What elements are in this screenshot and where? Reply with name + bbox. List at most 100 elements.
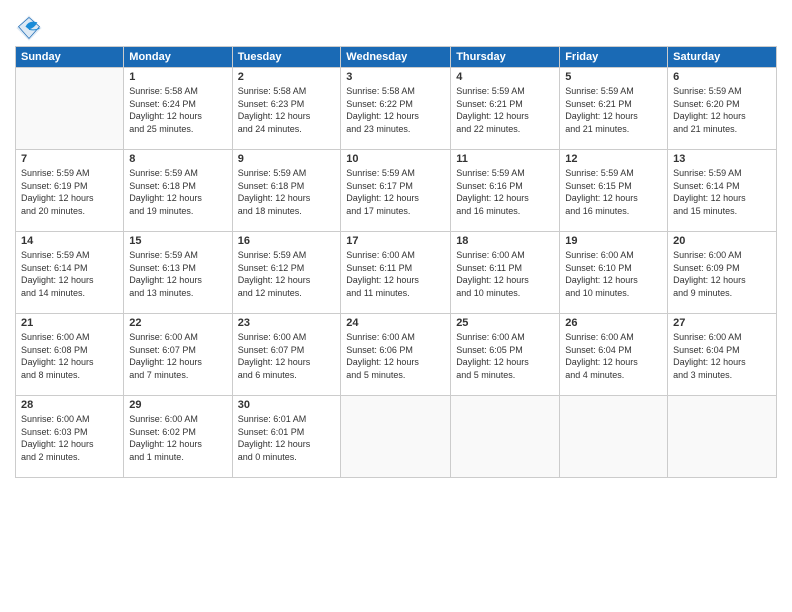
calendar-week-4: 28 Sunrise: 6:00 AM Sunset: 6:03 PM Dayli… — [16, 396, 777, 478]
calendar-table: SundayMondayTuesdayWednesdayThursdayFrid… — [15, 46, 777, 478]
calendar-cell: 22 Sunrise: 6:00 AM Sunset: 6:07 PM Dayli… — [124, 314, 232, 396]
calendar-cell: 30Sunrise: 6:01 AM Sunset: 6:01 PM Dayli… — [232, 396, 341, 478]
cell-text: Sunrise: 5:59 AM Sunset: 6:19 PM Dayligh… — [21, 167, 118, 217]
calendar-cell — [560, 396, 668, 478]
day-number: 30 — [238, 399, 336, 411]
logo-icon — [15, 14, 43, 42]
cell-text: Sunrise: 5:59 AM Sunset: 6:21 PM Dayligh… — [456, 85, 554, 135]
calendar-cell — [341, 396, 451, 478]
weekday-wednesday: Wednesday — [341, 47, 451, 68]
weekday-sunday: Sunday — [16, 47, 124, 68]
calendar-cell: 15 Sunrise: 5:59 AM Sunset: 6:13 PM Dayli… — [124, 232, 232, 314]
cell-text: Sunrise: 6:00 AM Sunset: 6:07 PM Dayligh… — [238, 331, 336, 381]
weekday-tuesday: Tuesday — [232, 47, 341, 68]
calendar-cell: 10 Sunrise: 5:59 AM Sunset: 6:17 PM Dayli… — [341, 150, 451, 232]
calendar-cell: 2 Sunrise: 5:58 AM Sunset: 6:23 PM Daylig… — [232, 68, 341, 150]
cell-text: Sunrise: 5:59 AM Sunset: 6:16 PM Dayligh… — [456, 167, 554, 217]
day-number: 17 — [346, 235, 445, 247]
calendar-week-1: 7 Sunrise: 5:59 AM Sunset: 6:19 PM Daylig… — [16, 150, 777, 232]
calendar-cell — [668, 396, 777, 478]
calendar-cell: 19 Sunrise: 6:00 AM Sunset: 6:10 PM Dayli… — [560, 232, 668, 314]
day-number: 28 — [21, 399, 118, 411]
calendar-cell: 13 Sunrise: 5:59 AM Sunset: 6:14 PM Dayli… — [668, 150, 777, 232]
calendar-cell: 9Sunrise: 5:59 AM Sunset: 6:18 PM Daylig… — [232, 150, 341, 232]
calendar-cell: 3Sunrise: 5:58 AM Sunset: 6:22 PM Daylig… — [341, 68, 451, 150]
day-number: 22 — [129, 317, 226, 329]
logo — [15, 14, 46, 42]
weekday-monday: Monday — [124, 47, 232, 68]
day-number: 1 — [129, 71, 226, 83]
day-number: 16 — [238, 235, 336, 247]
day-number: 25 — [456, 317, 554, 329]
calendar-cell: 21 Sunrise: 6:00 AM Sunset: 6:08 PM Dayli… — [16, 314, 124, 396]
calendar-cell: 5 Sunrise: 5:59 AM Sunset: 6:21 PM Daylig… — [560, 68, 668, 150]
calendar-cell: 27 Sunrise: 6:00 AM Sunset: 6:04 PM Dayli… — [668, 314, 777, 396]
day-number: 4 — [456, 71, 554, 83]
day-number: 11 — [456, 153, 554, 165]
day-number: 15 — [129, 235, 226, 247]
cell-text: Sunrise: 5:59 AM Sunset: 6:14 PM Dayligh… — [673, 167, 771, 217]
cell-text: Sunrise: 5:58 AM Sunset: 6:24 PM Dayligh… — [129, 85, 226, 135]
calendar-cell: 23 Sunrise: 6:00 AM Sunset: 6:07 PM Dayli… — [232, 314, 341, 396]
calendar-cell: 17Sunrise: 6:00 AM Sunset: 6:11 PM Dayli… — [341, 232, 451, 314]
cell-text: Sunrise: 5:59 AM Sunset: 6:12 PM Dayligh… — [238, 249, 336, 299]
calendar-cell: 11 Sunrise: 5:59 AM Sunset: 6:16 PM Dayli… — [451, 150, 560, 232]
cell-text: Sunrise: 5:59 AM Sunset: 6:17 PM Dayligh… — [346, 167, 445, 217]
cell-text: Sunrise: 6:00 AM Sunset: 6:05 PM Dayligh… — [456, 331, 554, 381]
calendar-cell: 1 Sunrise: 5:58 AM Sunset: 6:24 PM Daylig… — [124, 68, 232, 150]
day-number: 8 — [129, 153, 226, 165]
cell-text: Sunrise: 5:59 AM Sunset: 6:18 PM Dayligh… — [238, 167, 336, 217]
day-number: 10 — [346, 153, 445, 165]
calendar-cell — [451, 396, 560, 478]
cell-text: Sunrise: 5:59 AM Sunset: 6:15 PM Dayligh… — [565, 167, 662, 217]
day-number: 14 — [21, 235, 118, 247]
day-number: 29 — [129, 399, 226, 411]
day-number: 3 — [346, 71, 445, 83]
day-number: 23 — [238, 317, 336, 329]
calendar-cell: 28 Sunrise: 6:00 AM Sunset: 6:03 PM Dayli… — [16, 396, 124, 478]
cell-text: Sunrise: 6:00 AM Sunset: 6:03 PM Dayligh… — [21, 413, 118, 463]
day-number: 27 — [673, 317, 771, 329]
cell-text: Sunrise: 6:00 AM Sunset: 6:11 PM Dayligh… — [456, 249, 554, 299]
calendar-cell: 25 Sunrise: 6:00 AM Sunset: 6:05 PM Dayli… — [451, 314, 560, 396]
calendar-cell: 16 Sunrise: 5:59 AM Sunset: 6:12 PM Dayli… — [232, 232, 341, 314]
day-number: 24 — [346, 317, 445, 329]
cell-text: Sunrise: 6:00 AM Sunset: 6:04 PM Dayligh… — [673, 331, 771, 381]
day-number: 19 — [565, 235, 662, 247]
day-number: 13 — [673, 153, 771, 165]
cell-text: Sunrise: 5:59 AM Sunset: 6:20 PM Dayligh… — [673, 85, 771, 135]
weekday-saturday: Saturday — [668, 47, 777, 68]
day-number: 20 — [673, 235, 771, 247]
calendar-cell: 24 Sunrise: 6:00 AM Sunset: 6:06 PM Dayli… — [341, 314, 451, 396]
calendar-week-2: 14 Sunrise: 5:59 AM Sunset: 6:14 PM Dayli… — [16, 232, 777, 314]
cell-text: Sunrise: 6:00 AM Sunset: 6:06 PM Dayligh… — [346, 331, 445, 381]
cell-text: Sunrise: 5:58 AM Sunset: 6:23 PM Dayligh… — [238, 85, 336, 135]
calendar-cell: 18 Sunrise: 6:00 AM Sunset: 6:11 PM Dayli… — [451, 232, 560, 314]
day-number: 21 — [21, 317, 118, 329]
cell-text: Sunrise: 5:59 AM Sunset: 6:18 PM Dayligh… — [129, 167, 226, 217]
cell-text: Sunrise: 6:00 AM Sunset: 6:08 PM Dayligh… — [21, 331, 118, 381]
cell-text: Sunrise: 6:00 AM Sunset: 6:10 PM Dayligh… — [565, 249, 662, 299]
day-number: 5 — [565, 71, 662, 83]
day-number: 12 — [565, 153, 662, 165]
calendar-cell: 7 Sunrise: 5:59 AM Sunset: 6:19 PM Daylig… — [16, 150, 124, 232]
weekday-header-row: SundayMondayTuesdayWednesdayThursdayFrid… — [16, 47, 777, 68]
cell-text: Sunrise: 5:59 AM Sunset: 6:13 PM Dayligh… — [129, 249, 226, 299]
calendar-cell: 8 Sunrise: 5:59 AM Sunset: 6:18 PM Daylig… — [124, 150, 232, 232]
cell-text: Sunrise: 5:59 AM Sunset: 6:14 PM Dayligh… — [21, 249, 118, 299]
calendar-cell: 6 Sunrise: 5:59 AM Sunset: 6:20 PM Daylig… — [668, 68, 777, 150]
day-number: 7 — [21, 153, 118, 165]
cell-text: Sunrise: 6:00 AM Sunset: 6:07 PM Dayligh… — [129, 331, 226, 381]
cell-text: Sunrise: 5:59 AM Sunset: 6:21 PM Dayligh… — [565, 85, 662, 135]
cell-text: Sunrise: 6:00 AM Sunset: 6:02 PM Dayligh… — [129, 413, 226, 463]
calendar-cell: 29 Sunrise: 6:00 AM Sunset: 6:02 PM Dayli… — [124, 396, 232, 478]
weekday-friday: Friday — [560, 47, 668, 68]
calendar-cell: 4 Sunrise: 5:59 AM Sunset: 6:21 PM Daylig… — [451, 68, 560, 150]
day-number: 18 — [456, 235, 554, 247]
weekday-thursday: Thursday — [451, 47, 560, 68]
day-number: 2 — [238, 71, 336, 83]
calendar-cell: 26Sunrise: 6:00 AM Sunset: 6:04 PM Dayli… — [560, 314, 668, 396]
calendar-cell: 12 Sunrise: 5:59 AM Sunset: 6:15 PM Dayli… — [560, 150, 668, 232]
cell-text: Sunrise: 6:00 AM Sunset: 6:09 PM Dayligh… — [673, 249, 771, 299]
day-number: 6 — [673, 71, 771, 83]
